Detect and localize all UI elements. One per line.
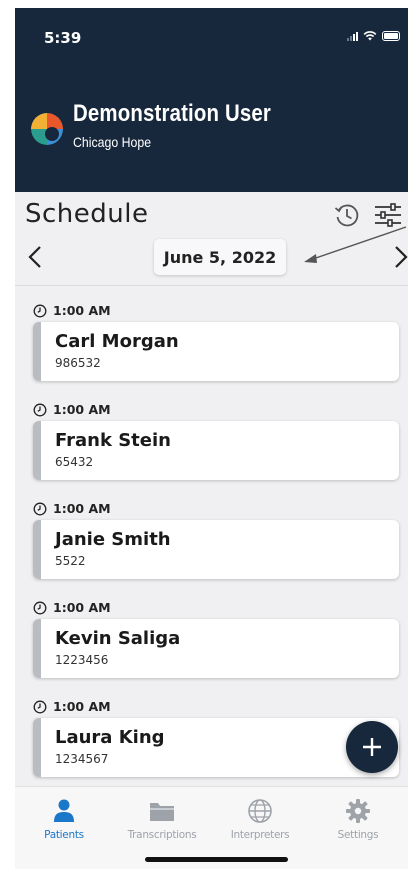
patient-name: Frank Stein (55, 430, 171, 451)
appointment-time: 1:00 AM (53, 699, 111, 714)
gear-icon (346, 799, 370, 823)
card-stripe (33, 421, 41, 480)
clock-icon (33, 304, 47, 317)
patient-card[interactable]: Kevin Saliga 1223456 (33, 619, 399, 678)
app-header: 5:39 Demonstration User Chicago Hope (15, 8, 408, 192)
clock-icon (33, 601, 47, 614)
patient-card[interactable]: Frank Stein 65432 (33, 421, 399, 480)
appointment-item: 1:00 AM Janie Smith 5522 (15, 484, 408, 583)
tab-label: Transcriptions (127, 829, 197, 841)
folder-icon (150, 803, 174, 821)
appointment-time-row: 1:00 AM (33, 501, 111, 516)
tab-interpreters[interactable]: Interpreters (211, 787, 309, 847)
patient-name: Janie Smith (55, 529, 171, 550)
status-time: 5:39 (44, 29, 82, 47)
tab-label: Patients (44, 829, 84, 841)
patient-name: Laura King (55, 727, 165, 748)
card-stripe (33, 520, 41, 579)
appointment-time-row: 1:00 AM (33, 303, 111, 318)
person-icon (54, 799, 74, 822)
schedule-toolbar: Schedule June 5, 2022 (15, 192, 408, 286)
appointment-time: 1:00 AM (53, 501, 111, 516)
patient-id: 5522 (55, 554, 86, 568)
appointment-item: 1:00 AM Carl Morgan 986532 (15, 286, 408, 385)
clock-icon (33, 403, 47, 416)
card-stripe (33, 718, 41, 777)
next-day-button[interactable] (393, 244, 408, 270)
tab-settings[interactable]: Settings (309, 787, 407, 847)
appointment-item: 1:00 AM Frank Stein 65432 (15, 385, 408, 484)
previous-day-button[interactable] (27, 244, 43, 270)
patient-id: 1223456 (55, 653, 109, 667)
home-indicator (145, 857, 288, 862)
patient-name: Kevin Saliga (55, 628, 181, 649)
appointment-time-row: 1:00 AM (33, 699, 111, 714)
phone-screen: 5:39 Demonstration User Chicago Hope Sch… (15, 8, 408, 869)
clock-icon (33, 700, 47, 713)
plus-icon (363, 738, 381, 756)
date-selector[interactable]: June 5, 2022 (154, 239, 286, 275)
status-icons (347, 31, 400, 41)
battery-icon (382, 31, 400, 41)
add-appointment-button[interactable] (346, 721, 398, 773)
appointment-item: 1:00 AM Laura King 1234567 (15, 682, 408, 781)
appointment-list: 1:00 AM Carl Morgan 986532 1:00 AM Frank… (15, 286, 408, 786)
page-title: Schedule (25, 199, 149, 229)
filter-sliders-icon[interactable] (373, 202, 403, 228)
patient-id: 65432 (55, 455, 94, 469)
tab-label: Settings (337, 829, 379, 841)
appointment-time-row: 1:00 AM (33, 600, 111, 615)
org-logo (31, 113, 63, 145)
appointment-time-row: 1:00 AM (33, 402, 111, 417)
clock-icon (33, 502, 47, 515)
tab-patients[interactable]: Patients (15, 787, 113, 847)
patient-id: 1234567 (55, 752, 109, 766)
history-icon[interactable] (333, 201, 361, 229)
card-stripe (33, 619, 41, 678)
appointment-time: 1:00 AM (53, 303, 111, 318)
tab-transcriptions[interactable]: Transcriptions (113, 787, 211, 847)
patient-card[interactable]: Laura King 1234567 (33, 718, 399, 777)
patient-id: 986532 (55, 356, 101, 370)
card-stripe (33, 322, 41, 381)
patient-card[interactable]: Carl Morgan 986532 (33, 322, 399, 381)
globe-icon (248, 799, 272, 823)
user-name: Demonstration User (73, 100, 272, 127)
patient-card[interactable]: Janie Smith 5522 (33, 520, 399, 579)
organization-name: Chicago Hope (73, 134, 152, 150)
signal-icon (347, 31, 358, 41)
appointment-time: 1:00 AM (53, 402, 111, 417)
wifi-icon (363, 31, 377, 41)
appointment-item: 1:00 AM Kevin Saliga 1223456 (15, 583, 408, 682)
appointment-time: 1:00 AM (53, 600, 111, 615)
tab-label: Interpreters (230, 829, 290, 841)
patient-name: Carl Morgan (55, 331, 179, 352)
